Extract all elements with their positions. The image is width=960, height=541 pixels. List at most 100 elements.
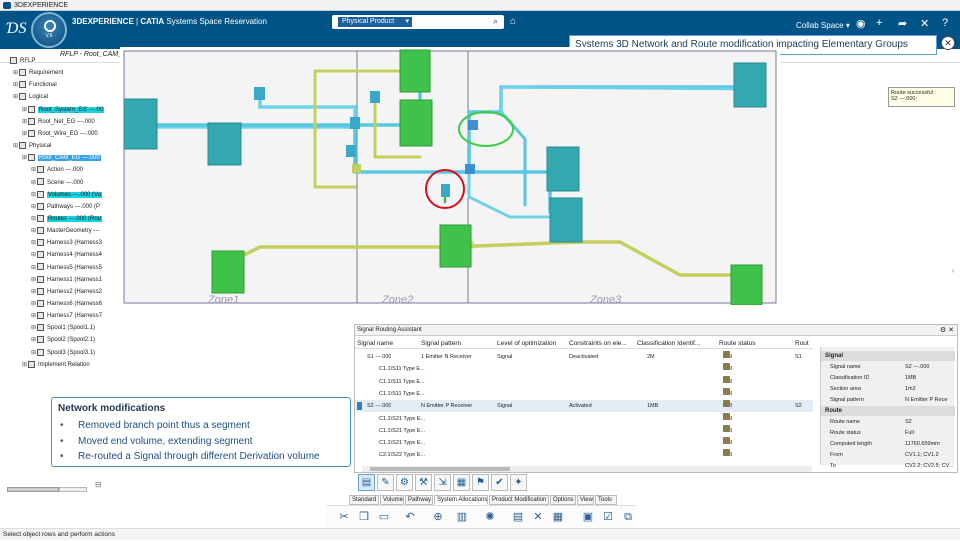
close-icon[interactable]: ✕	[941, 36, 955, 50]
tools-icon[interactable]: ✕	[920, 17, 929, 30]
table-row[interactable]: C1.1\S21 Type E... Full	[355, 437, 813, 449]
add-icon[interactable]: +	[876, 17, 882, 29]
horizontal-scrollbar[interactable]	[362, 466, 812, 472]
search-scope-dropdown[interactable]: Physical Product	[338, 17, 412, 27]
column-header[interactable]: Route status	[719, 340, 756, 347]
analyze-icon[interactable]: ⚑	[472, 474, 489, 491]
undo-icon[interactable]: ↶	[402, 509, 418, 525]
settings-icon[interactable]: ✦	[510, 474, 527, 491]
tree-node[interactable]: ⊞ Harness2 (Harness2	[31, 287, 102, 298]
tab-options[interactable]: Options	[550, 495, 576, 505]
tab-tools[interactable]: Tools	[595, 495, 617, 505]
tree-node[interactable]: ⊞ Functional	[13, 80, 57, 91]
cut-icon[interactable]: ✂	[336, 509, 352, 525]
property-key: Section area	[830, 386, 861, 392]
table-row[interactable]: C1.1\S21 Type E... Full	[355, 424, 813, 437]
table-row[interactable]: C1.1\S21 Type E... Full	[355, 412, 813, 425]
table-row[interactable]: C1.1\S11 Type E... Full	[355, 363, 813, 375]
tree-node[interactable]: RFLP	[4, 56, 35, 67]
3d-viewport[interactable]: Zone1 Zone2 Zone3	[120, 47, 780, 305]
gear-icon[interactable]: ✺	[482, 509, 498, 525]
tree-node[interactable]: ⊞ Logical	[13, 92, 48, 103]
derivation-icon[interactable]: ⇲	[434, 474, 451, 491]
tree-node[interactable]: ⊞ Harness1 (Harness1	[31, 275, 102, 286]
tree-node[interactable]: ⊞ Harness5 (Harness5	[31, 263, 102, 274]
close-icon[interactable]: ⚙ ✕	[940, 325, 954, 336]
column-header[interactable]: Rout	[795, 340, 809, 347]
tree-node[interactable]: ⊞ Pathways ---.000 (P	[31, 202, 100, 213]
tree-scrollbar-thumb[interactable]	[7, 487, 59, 492]
tree-node[interactable]: ⊞ MasterGeometry ---	[31, 226, 99, 237]
table-row[interactable]: S1 ---.000 1 Emitter N Receiver Signal Deac…	[355, 351, 813, 363]
tree-node-label: Root_Wire_EG ---.000	[38, 130, 98, 137]
column-header[interactable]: Constraints on ele...	[569, 340, 627, 347]
tree-node[interactable]: ⊞ Routes ---.000 (Rou	[31, 214, 103, 225]
share-icon[interactable]: ➦	[898, 17, 907, 30]
help-icon[interactable]: ?	[942, 17, 948, 29]
property-group-header[interactable]: Signal	[821, 351, 955, 361]
tree-node[interactable]: ⊞ Volumes ---.000 (Vo	[31, 190, 103, 201]
scrollbar-thumb[interactable]	[370, 467, 510, 471]
book-icon[interactable]: ▥	[454, 509, 470, 525]
scissors-icon[interactable]: ✕	[530, 509, 546, 525]
tab-product-modification[interactable]: Product Modification	[489, 495, 549, 505]
grid-icon[interactable]: ▦	[550, 509, 566, 525]
paste-icon[interactable]: ▭	[376, 509, 392, 525]
cell-status: Full	[723, 412, 732, 425]
tree-node[interactable]: ⊞ Root_CAM_EG ---.000	[22, 153, 101, 164]
tree-node[interactable]: ⊞ Spool2 (Spool2.1)	[31, 335, 95, 346]
select-rows-icon[interactable]: ▤	[358, 474, 375, 491]
tab-system-allocations[interactable]: System Allocations	[434, 495, 488, 505]
tree-node[interactable]: ⊞ Implement Relation	[22, 360, 90, 371]
tree-node[interactable]: ⊞ Root_System_EG ---.00	[22, 105, 105, 116]
tree-node[interactable]: ⊞ Scene ---.000	[31, 178, 83, 189]
tag-icon[interactable]: ⌂	[510, 16, 516, 27]
tab-view[interactable]: View	[577, 495, 594, 505]
tree-node[interactable]: ⊞ Root_Net_EG ---.000	[22, 117, 95, 128]
tree-node[interactable]: ⊞ Physical	[13, 141, 51, 152]
tab-pathway[interactable]: Pathway	[405, 495, 433, 505]
column-header[interactable]: Classification Identif...	[637, 340, 700, 347]
table-row[interactable]: C1.1\S11 Type E... Full	[355, 387, 813, 400]
tree-scrollbar-track[interactable]	[59, 487, 87, 492]
column-header[interactable]: Signal pattern	[421, 340, 461, 347]
optimize-icon[interactable]: ⚒	[415, 474, 432, 491]
table-row[interactable]: C2.1\S22 Type E... Full	[355, 449, 813, 461]
table-row[interactable]: S2 ---.000 N Emitter P Receiver Signal Acti…	[355, 400, 813, 413]
route-icon[interactable]: ⚙	[396, 474, 413, 491]
table-icon[interactable]: ▤	[510, 509, 526, 525]
chevron-left-icon[interactable]: ‹	[952, 266, 955, 275]
search-bar[interactable]: Physical Product ⌕	[332, 15, 504, 29]
compass-button[interactable]: V.6	[31, 12, 67, 48]
erase-icon[interactable]: ✎	[377, 474, 394, 491]
tab-standard[interactable]: Standard	[349, 495, 379, 505]
column-header[interactable]: Signal name	[357, 340, 393, 347]
check-icon[interactable]: ☑	[600, 509, 616, 525]
export-icon[interactable]: ▦	[453, 474, 470, 491]
collab-space-selector[interactable]: Collab Space ▾	[796, 21, 850, 30]
tree-node[interactable]: ⊞ Harness7 (Harness7	[31, 311, 102, 322]
tree-node[interactable]: ⊞ Action ---.000	[31, 165, 83, 176]
filter-icon[interactable]: ▣	[580, 509, 596, 525]
copy-icon[interactable]: ❐	[356, 509, 372, 525]
cell-class: 2M	[647, 354, 655, 360]
tree-node[interactable]: ⊞ Harness3 (Harness3	[31, 238, 102, 249]
property-group-header[interactable]: Route	[821, 406, 955, 416]
tree-node[interactable]: ⊞ Spool3 (Spool3.1)	[31, 348, 95, 359]
column-header[interactable]: Level of optimization	[497, 340, 556, 347]
compare-icon[interactable]: ⧉	[620, 509, 636, 525]
table-row[interactable]: C1.1\S11 Type E... Full	[355, 375, 813, 388]
panel-toggle-icon[interactable]: ⊟	[95, 480, 102, 489]
tree-node[interactable]: ⊞ Requirement	[13, 68, 63, 79]
tree-node[interactable]: ⊞ Harness6 (Harness6	[31, 299, 102, 310]
validate-icon[interactable]: ✔	[491, 474, 508, 491]
node-type-icon	[37, 299, 44, 307]
user-icon[interactable]: ◉	[856, 17, 866, 30]
tab-volume[interactable]: Volume	[380, 495, 404, 505]
tree-node[interactable]: ⊞ Root_Wire_EG ---.000	[22, 129, 98, 140]
tree-node[interactable]: ⊞ Spool1 (Spool1.1)	[31, 323, 95, 334]
tree-node[interactable]: ⊞ Harness4 (Harness4	[31, 250, 102, 261]
property-key: Signal name	[830, 364, 861, 370]
zoom-icon[interactable]: ⊕	[430, 509, 446, 525]
search-icon[interactable]: ⌕	[493, 16, 498, 27]
